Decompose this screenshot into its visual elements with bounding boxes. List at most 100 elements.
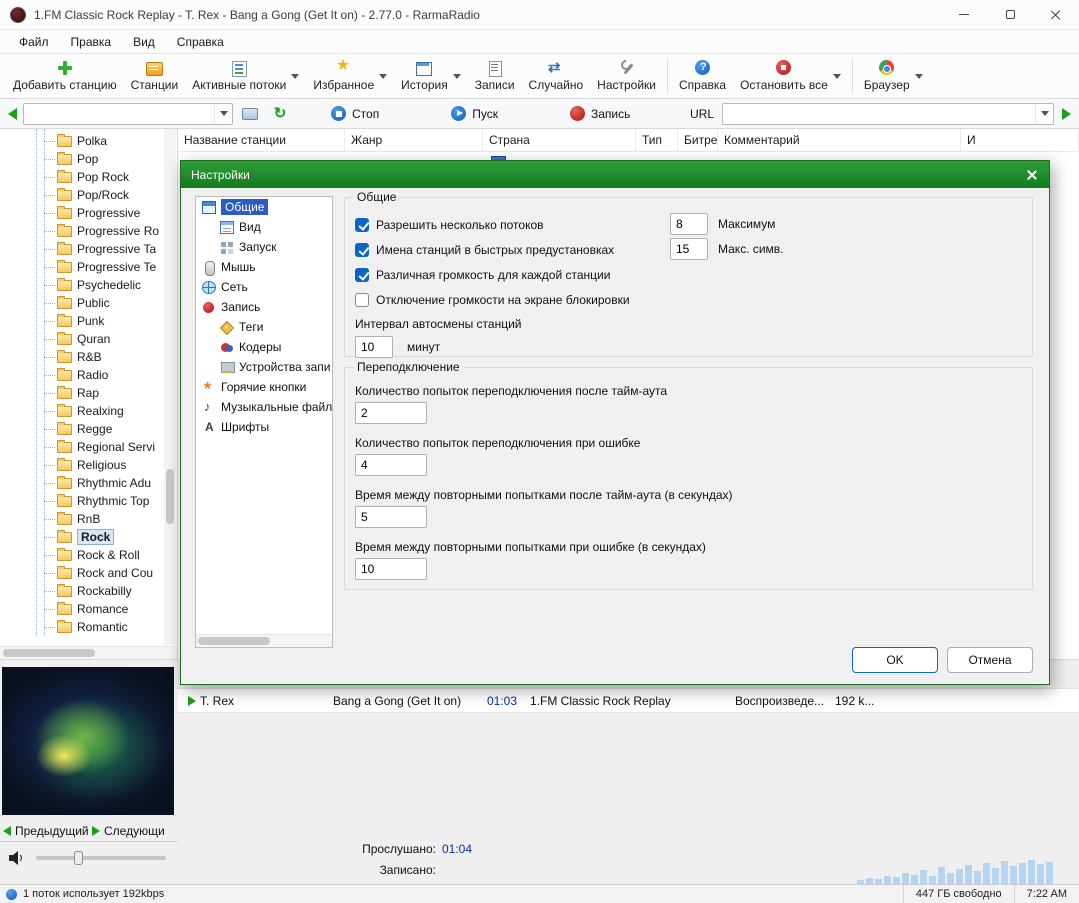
now-playing-row[interactable]: T. Rex Bang a Gong (Get It on) 01:03 1.F… xyxy=(178,688,1079,713)
settings-tree-item-network[interactable]: Сеть xyxy=(196,277,332,297)
genre-tree-item[interactable]: Progressive Ta xyxy=(0,240,163,258)
genre-tree-item[interactable]: Progressive Ro xyxy=(0,222,163,240)
toolbar-button-history[interactable]: История xyxy=(394,58,468,94)
menu-view[interactable]: Вид xyxy=(122,32,166,52)
dialog-titlebar[interactable]: Настройки xyxy=(181,161,1049,188)
reconnect-input[interactable] xyxy=(355,402,427,424)
checkbox[interactable] xyxy=(355,218,369,232)
url-dropdown-button[interactable] xyxy=(1035,104,1053,124)
scrollbar-thumb[interactable] xyxy=(166,469,174,524)
genre-tree-item[interactable]: Realxing xyxy=(0,402,163,420)
interval-input[interactable] xyxy=(355,336,393,358)
column-header[interactable]: Жанр xyxy=(345,129,483,151)
title-bar[interactable]: 1.FM Classic Rock Replay - T. Rex - Bang… xyxy=(0,0,1079,30)
settings-tree-item-tags[interactable]: Теги xyxy=(196,317,332,337)
toolbar-button-settings[interactable]: Настройки xyxy=(590,58,663,94)
genre-tree-item[interactable]: Rhythmic Top xyxy=(0,492,163,510)
settings-tree-item-record[interactable]: Запись xyxy=(196,297,332,317)
genre-tree-item[interactable]: Radio xyxy=(0,366,163,384)
menu-file[interactable]: Файл xyxy=(8,32,60,52)
genre-tree-item[interactable]: Quran xyxy=(0,330,163,348)
toolbar-button-stop-all[interactable]: Остановить все xyxy=(733,58,848,94)
display-mode-button[interactable] xyxy=(237,103,263,125)
ok-button[interactable]: OK xyxy=(852,647,938,673)
genre-tree-item[interactable]: Regge xyxy=(0,420,163,438)
genre-tree-item[interactable]: Psychedelic xyxy=(0,276,163,294)
genre-tree-item[interactable]: Pop xyxy=(0,150,163,168)
toolbar-button-recordings[interactable]: Записи xyxy=(468,58,522,94)
toolbar-button-stations[interactable]: Станции xyxy=(124,58,186,94)
menu-help[interactable]: Справка xyxy=(166,32,235,52)
reconnect-input[interactable] xyxy=(355,558,427,580)
next-station-button[interactable]: Следующи xyxy=(89,820,178,841)
toolbar-button-random[interactable]: Случайно xyxy=(522,58,591,94)
nav-back-icon[interactable] xyxy=(8,108,17,120)
dropdown-caret-icon[interactable] xyxy=(379,74,387,79)
scrollbar-thumb[interactable] xyxy=(198,637,270,645)
genre-tree-item[interactable]: Pop Rock xyxy=(0,168,163,186)
genre-tree-item[interactable]: Punk xyxy=(0,312,163,330)
checkbox[interactable] xyxy=(355,268,369,282)
settings-tree-item-fonts[interactable]: Шрифты xyxy=(196,417,332,437)
column-header[interactable]: Название станции xyxy=(178,129,345,151)
volume-icon[interactable] xyxy=(8,851,26,865)
column-header[interactable]: И xyxy=(961,129,1079,151)
volume-slider[interactable] xyxy=(36,856,166,860)
search-combobox[interactable] xyxy=(23,103,233,125)
genre-tree-item[interactable]: Progressive Te xyxy=(0,258,163,276)
dropdown-caret-icon[interactable] xyxy=(833,74,841,79)
genre-tree-item[interactable]: Polka xyxy=(0,132,163,150)
genre-tree-item[interactable]: Progressive xyxy=(0,204,163,222)
settings-tree-item-music-files[interactable]: Музыкальные файл xyxy=(196,397,332,417)
search-input[interactable] xyxy=(24,104,214,124)
settings-tree-item-mouse[interactable]: Мышь xyxy=(196,257,332,277)
settings-tree-item-hotkeys[interactable]: Горячие кнопки xyxy=(196,377,332,397)
record-button[interactable]: Запись xyxy=(570,106,630,121)
column-header[interactable]: Битрейт xyxy=(678,129,718,151)
cancel-button[interactable]: Отмена xyxy=(947,647,1033,673)
genre-tree-item[interactable]: R&B xyxy=(0,348,163,366)
checkbox[interactable] xyxy=(355,293,369,307)
search-dropdown-button[interactable] xyxy=(214,104,232,124)
dropdown-caret-icon[interactable] xyxy=(291,74,299,79)
dropdown-caret-icon[interactable] xyxy=(915,74,923,79)
settings-tree-item-general[interactable]: Общие xyxy=(196,197,332,217)
genre-tree-item[interactable]: Public xyxy=(0,294,163,312)
volume-slider-thumb[interactable] xyxy=(74,851,83,865)
genre-tree-item[interactable]: Rock xyxy=(0,528,163,546)
close-button[interactable] xyxy=(1033,0,1079,29)
settings-tree-item-view[interactable]: Вид xyxy=(196,217,332,237)
dialog-close-icon[interactable] xyxy=(1025,168,1039,182)
url-input[interactable] xyxy=(723,104,1035,124)
genre-tree-item[interactable]: Rockabilly xyxy=(0,582,163,600)
previous-station-button[interactable]: Предыдущий xyxy=(0,820,89,841)
sidebar-horizontal-scrollbar[interactable] xyxy=(0,646,178,659)
genre-tree-item[interactable]: Religious xyxy=(0,456,163,474)
settings-tree-item-record-devices[interactable]: Устройства запи xyxy=(196,357,332,377)
genre-tree-item[interactable]: Rock & Roll xyxy=(0,546,163,564)
sidebar-vertical-scrollbar[interactable] xyxy=(164,129,176,645)
genre-tree-item[interactable]: Regional Servi xyxy=(0,438,163,456)
tree-horizontal-scrollbar[interactable] xyxy=(196,634,332,647)
menu-edit[interactable]: Правка xyxy=(60,32,123,52)
number-input[interactable] xyxy=(670,213,708,235)
reconnect-input[interactable] xyxy=(355,506,427,528)
number-input[interactable] xyxy=(670,238,708,260)
dropdown-caret-icon[interactable] xyxy=(453,74,461,79)
column-header[interactable]: Комментарий xyxy=(718,129,961,151)
toolbar-button-add-station[interactable]: Добавить станцию xyxy=(6,58,124,94)
genre-tree-item[interactable]: Romantic xyxy=(0,618,163,636)
maximize-button[interactable] xyxy=(987,0,1033,29)
toolbar-button-browser[interactable]: Браузер xyxy=(857,58,930,94)
settings-tree-item-startup[interactable]: Запуск xyxy=(196,237,332,257)
genre-tree-item[interactable]: Pop/Rock xyxy=(0,186,163,204)
genre-tree-item[interactable]: Romance xyxy=(0,600,163,618)
play-button[interactable]: Пуск xyxy=(451,106,498,121)
stop-button[interactable]: Стоп xyxy=(331,106,379,121)
genre-tree-item[interactable]: Rap xyxy=(0,384,163,402)
scrollbar-thumb[interactable] xyxy=(3,649,95,657)
minimize-button[interactable] xyxy=(941,0,987,29)
toolbar-button-help[interactable]: Справка xyxy=(672,58,733,94)
reconnect-input[interactable] xyxy=(355,454,427,476)
column-header[interactable]: Тип xyxy=(636,129,678,151)
